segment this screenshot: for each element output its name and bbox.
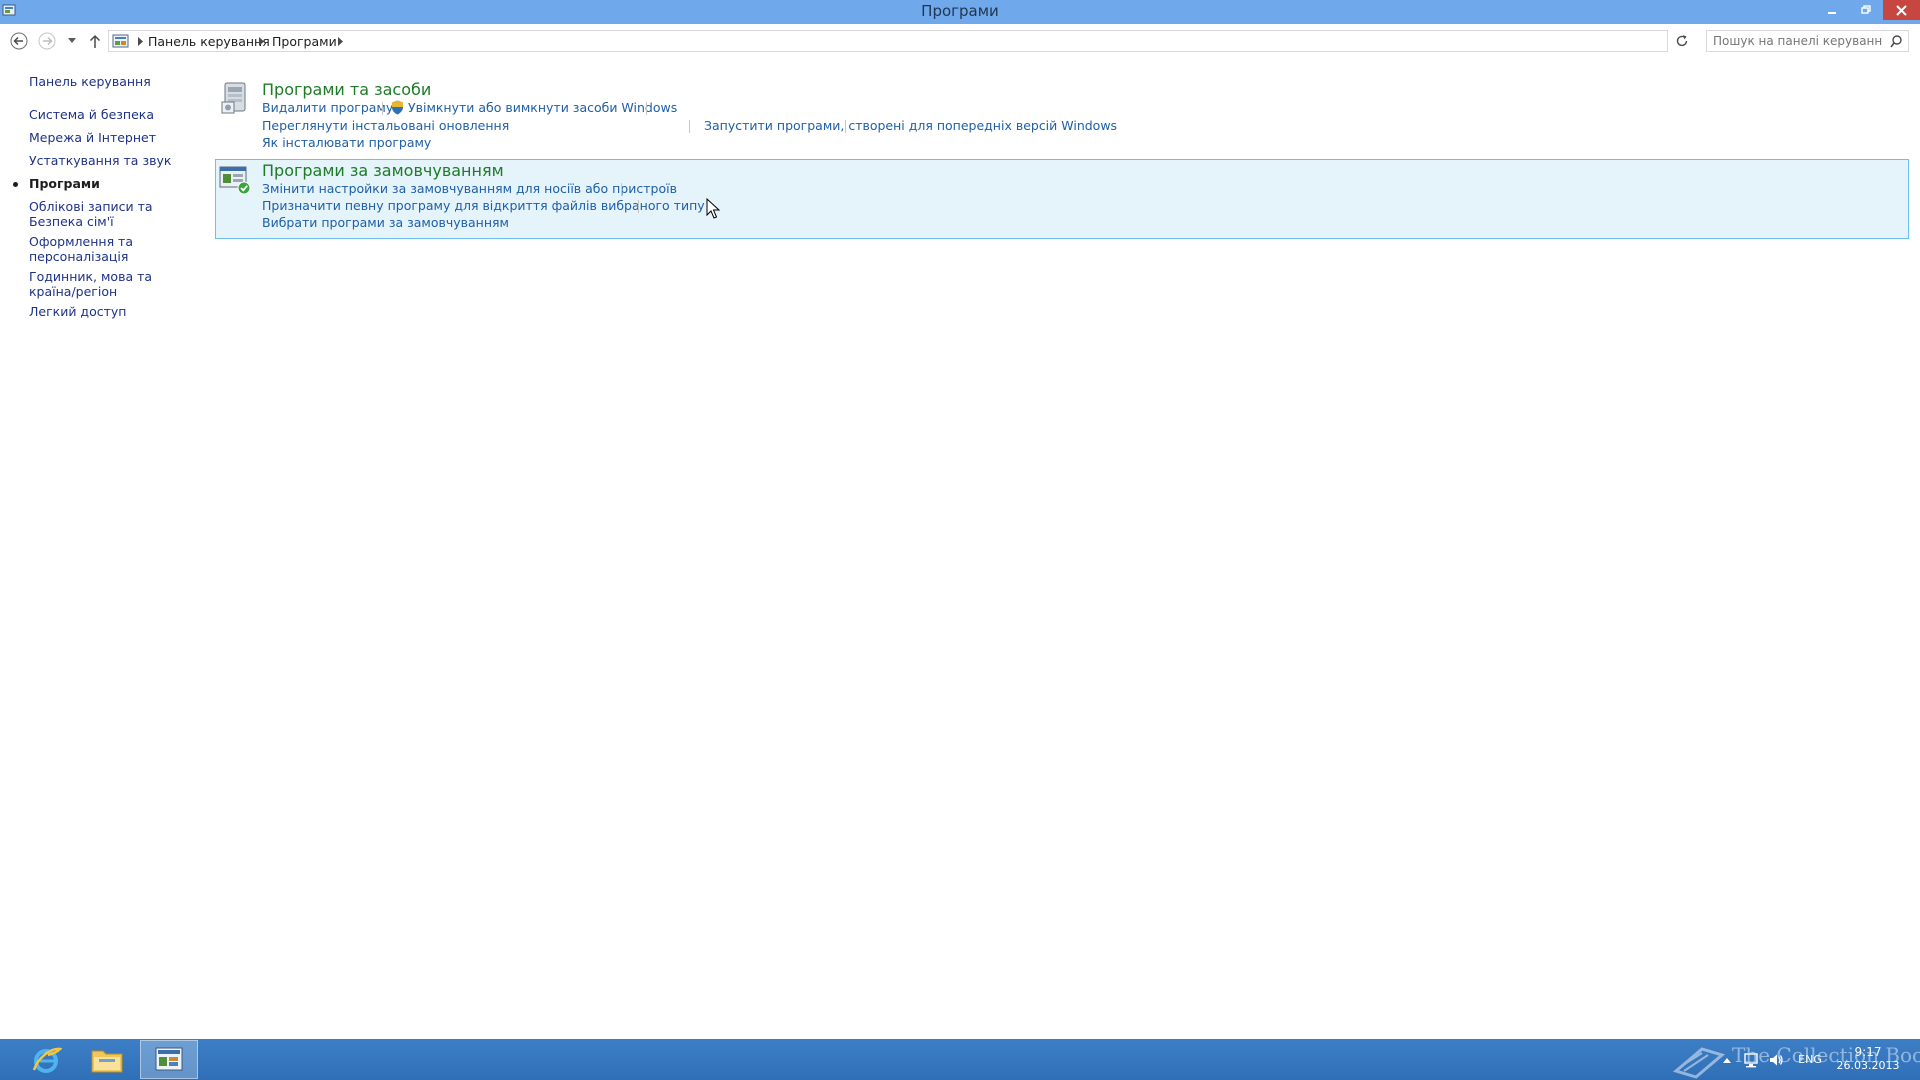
sidebar-item-appearance[interactable]: Оформлення та персоналізація [29, 234, 189, 264]
book-logo-icon [1672, 1047, 1726, 1079]
up-arrow-icon [89, 34, 101, 48]
link-separator [621, 183, 622, 196]
breadcrumb-separator-icon[interactable] [257, 37, 265, 46]
category-programs-and-features: Програми та засоби Видалити програму Уві… [215, 76, 1909, 154]
restore-button[interactable] [1849, 0, 1883, 20]
watermark-text: The Collection Book [1732, 1043, 1920, 1067]
programs-and-features-icon[interactable] [219, 80, 251, 116]
taskbar-control-panel[interactable] [140, 1040, 198, 1079]
watermark: The Collection Book [1670, 1041, 1920, 1079]
change-autoplay-settings-link[interactable]: Змінити настройки за замовчуванням для н… [262, 181, 677, 196]
taskbar-file-explorer[interactable] [78, 1040, 136, 1079]
internet-explorer-icon [32, 1047, 62, 1073]
control-panel-location-icon [112, 34, 129, 48]
breadcrumb-programs[interactable]: Програми [272, 34, 337, 49]
sidebar-item-clock-language-region[interactable]: Годинник, мова та країна/регіон [29, 269, 189, 299]
minimize-button[interactable] [1815, 0, 1849, 20]
search-input[interactable] [1713, 33, 1883, 49]
back-arrow-icon [10, 32, 28, 50]
link-separator [382, 102, 383, 115]
link-separator [646, 102, 647, 115]
sidebar-item-programs[interactable]: Програми [29, 176, 189, 191]
minimize-icon [1828, 12, 1836, 14]
mouse-pointer-icon [706, 198, 720, 219]
breadcrumb-separator-icon[interactable] [136, 37, 144, 46]
sidebar-item-hardware-sound[interactable]: Устаткування та звук [29, 153, 189, 168]
address-bar[interactable]: Панель керування Програми [108, 30, 1771, 52]
window-title: Програми [921, 2, 999, 20]
forward-button[interactable] [36, 30, 58, 52]
set-default-programs-link[interactable]: Вибрати програми за замовчуванням [262, 215, 509, 230]
control-panel-icon [155, 1047, 183, 1070]
file-explorer-icon [91, 1050, 123, 1072]
forward-arrow-icon [38, 32, 56, 50]
navigation-bar: Панель керування Програми [0, 28, 1920, 54]
default-programs-icon[interactable] [218, 164, 252, 196]
refresh-icon[interactable] [1672, 32, 1692, 50]
up-button[interactable] [84, 30, 106, 52]
sidebar-item-control-panel-home[interactable]: Панель керування [29, 74, 189, 89]
sidebar-item-ease-of-access[interactable]: Легкий доступ [29, 304, 189, 319]
run-older-programs-link[interactable]: Запустити програми, створені для поперед… [704, 118, 1117, 133]
link-separator [689, 120, 690, 133]
how-to-install-program-link[interactable]: Як інсталювати програму [262, 135, 431, 150]
chevron-down-icon [68, 38, 76, 43]
search-box[interactable] [1706, 30, 1909, 52]
link-separator [638, 200, 639, 213]
breadcrumb-control-panel[interactable]: Панель керування [148, 34, 270, 49]
sidebar-item-network-internet[interactable]: Мережа й Інтернет [29, 130, 189, 145]
breadcrumb-separator-icon[interactable] [336, 37, 344, 46]
uac-shield-icon [392, 100, 403, 115]
view-installed-updates-link[interactable]: Переглянути інстальовані оновлення [262, 118, 509, 133]
sidebar-item-user-accounts[interactable]: Облікові записи та Безпека сім'ї [29, 199, 189, 229]
category-default-programs: Програми за замовчуванням Змінити настро… [215, 159, 1909, 239]
close-button[interactable] [1883, 0, 1920, 20]
taskbar: ENG 9:17 26.03.2013 [0, 1039, 1920, 1080]
search-icon[interactable] [1890, 35, 1902, 48]
active-item-bullet [13, 182, 18, 187]
recent-locations-button[interactable] [62, 30, 82, 52]
link-separator [845, 120, 846, 133]
restore-icon [1861, 5, 1871, 14]
programs-and-features-title[interactable]: Програми та засоби [262, 80, 431, 99]
back-button[interactable] [8, 30, 30, 52]
uninstall-program-link[interactable]: Видалити програму [262, 100, 393, 115]
sidebar-item-system-security[interactable]: Система й безпека [29, 107, 189, 122]
close-icon [1896, 4, 1907, 16]
turn-windows-features-link[interactable]: Увімкнути або вимкнути засоби Windows [408, 100, 677, 115]
title-bar: Програми [0, 0, 1920, 24]
default-programs-title[interactable]: Програми за замовчуванням [262, 161, 504, 180]
taskbar-internet-explorer[interactable] [17, 1040, 75, 1079]
